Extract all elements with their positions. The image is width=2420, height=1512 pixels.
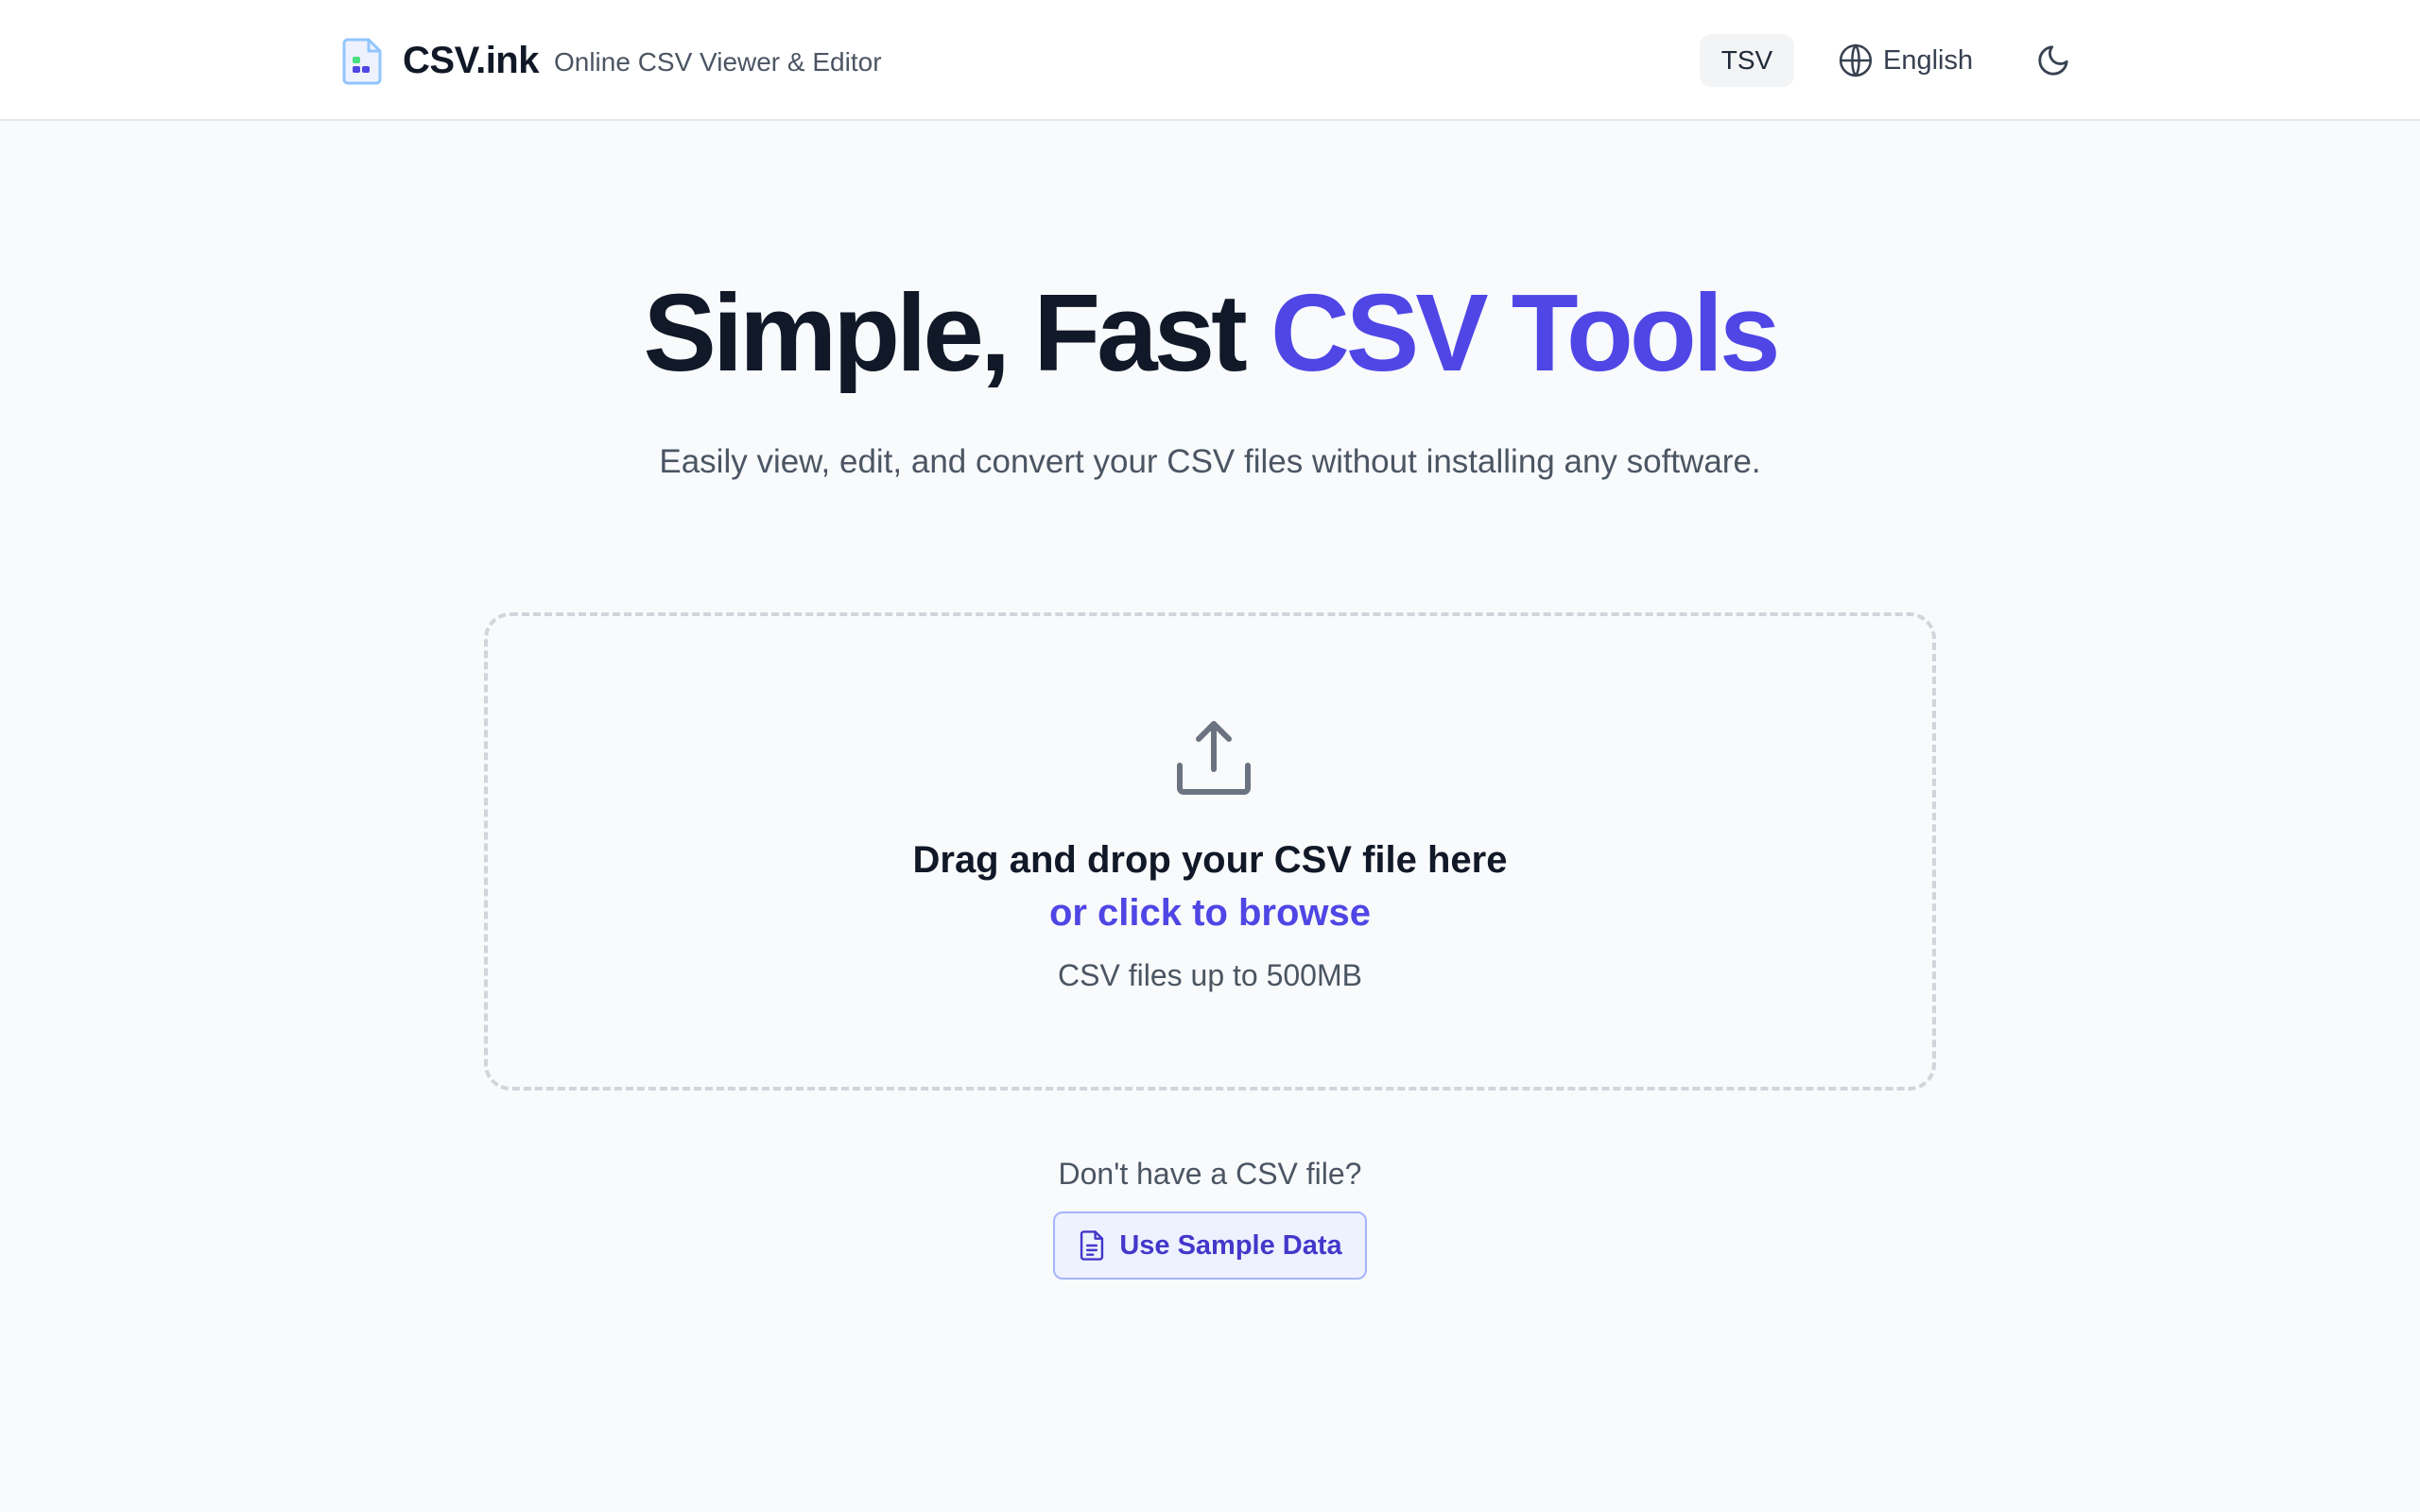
brand[interactable]: CSV.ink Online CSV Viewer & Editor [340,36,882,85]
upload-icon [1177,721,1251,795]
brand-name: CSV.ink [403,39,539,81]
language-label: English [1883,44,1974,76]
document-icon [1080,1230,1104,1261]
csv-file-logo-icon [342,38,382,85]
dropzone-title: Drag and drop your CSV file here [912,839,1508,881]
title-plain: Simple, Fast [643,271,1271,394]
top-navbar: CSV.ink Online CSV Viewer & Editor TSV E… [0,0,2420,121]
tsv-button[interactable]: TSV [1700,34,1794,87]
language-selector[interactable]: English [1838,34,1973,87]
page-subtitle: Easily view, edit, and convert your CSV … [659,443,1761,480]
sample-button-label: Use Sample Data [1119,1229,1342,1261]
use-sample-data-button[interactable]: Use Sample Data [1053,1211,1367,1280]
theme-toggle-button[interactable] [2031,38,2076,83]
file-size-limit: CSV files up to 500MB [1058,958,1362,992]
brand-tagline: Online CSV Viewer & Editor [553,47,882,77]
title-accent: CSV Tools [1270,271,1780,394]
moon-icon [2038,45,2068,76]
file-dropzone[interactable]: Drag and drop your CSV file here or clic… [484,612,1936,1091]
browse-link[interactable]: or click to browse [488,888,1932,937]
no-file-prompt: Don't have a CSV file? [1058,1157,1362,1191]
globe-icon [1839,43,1873,77]
page-title: Simple, Fast CSV Tools [0,266,2420,399]
